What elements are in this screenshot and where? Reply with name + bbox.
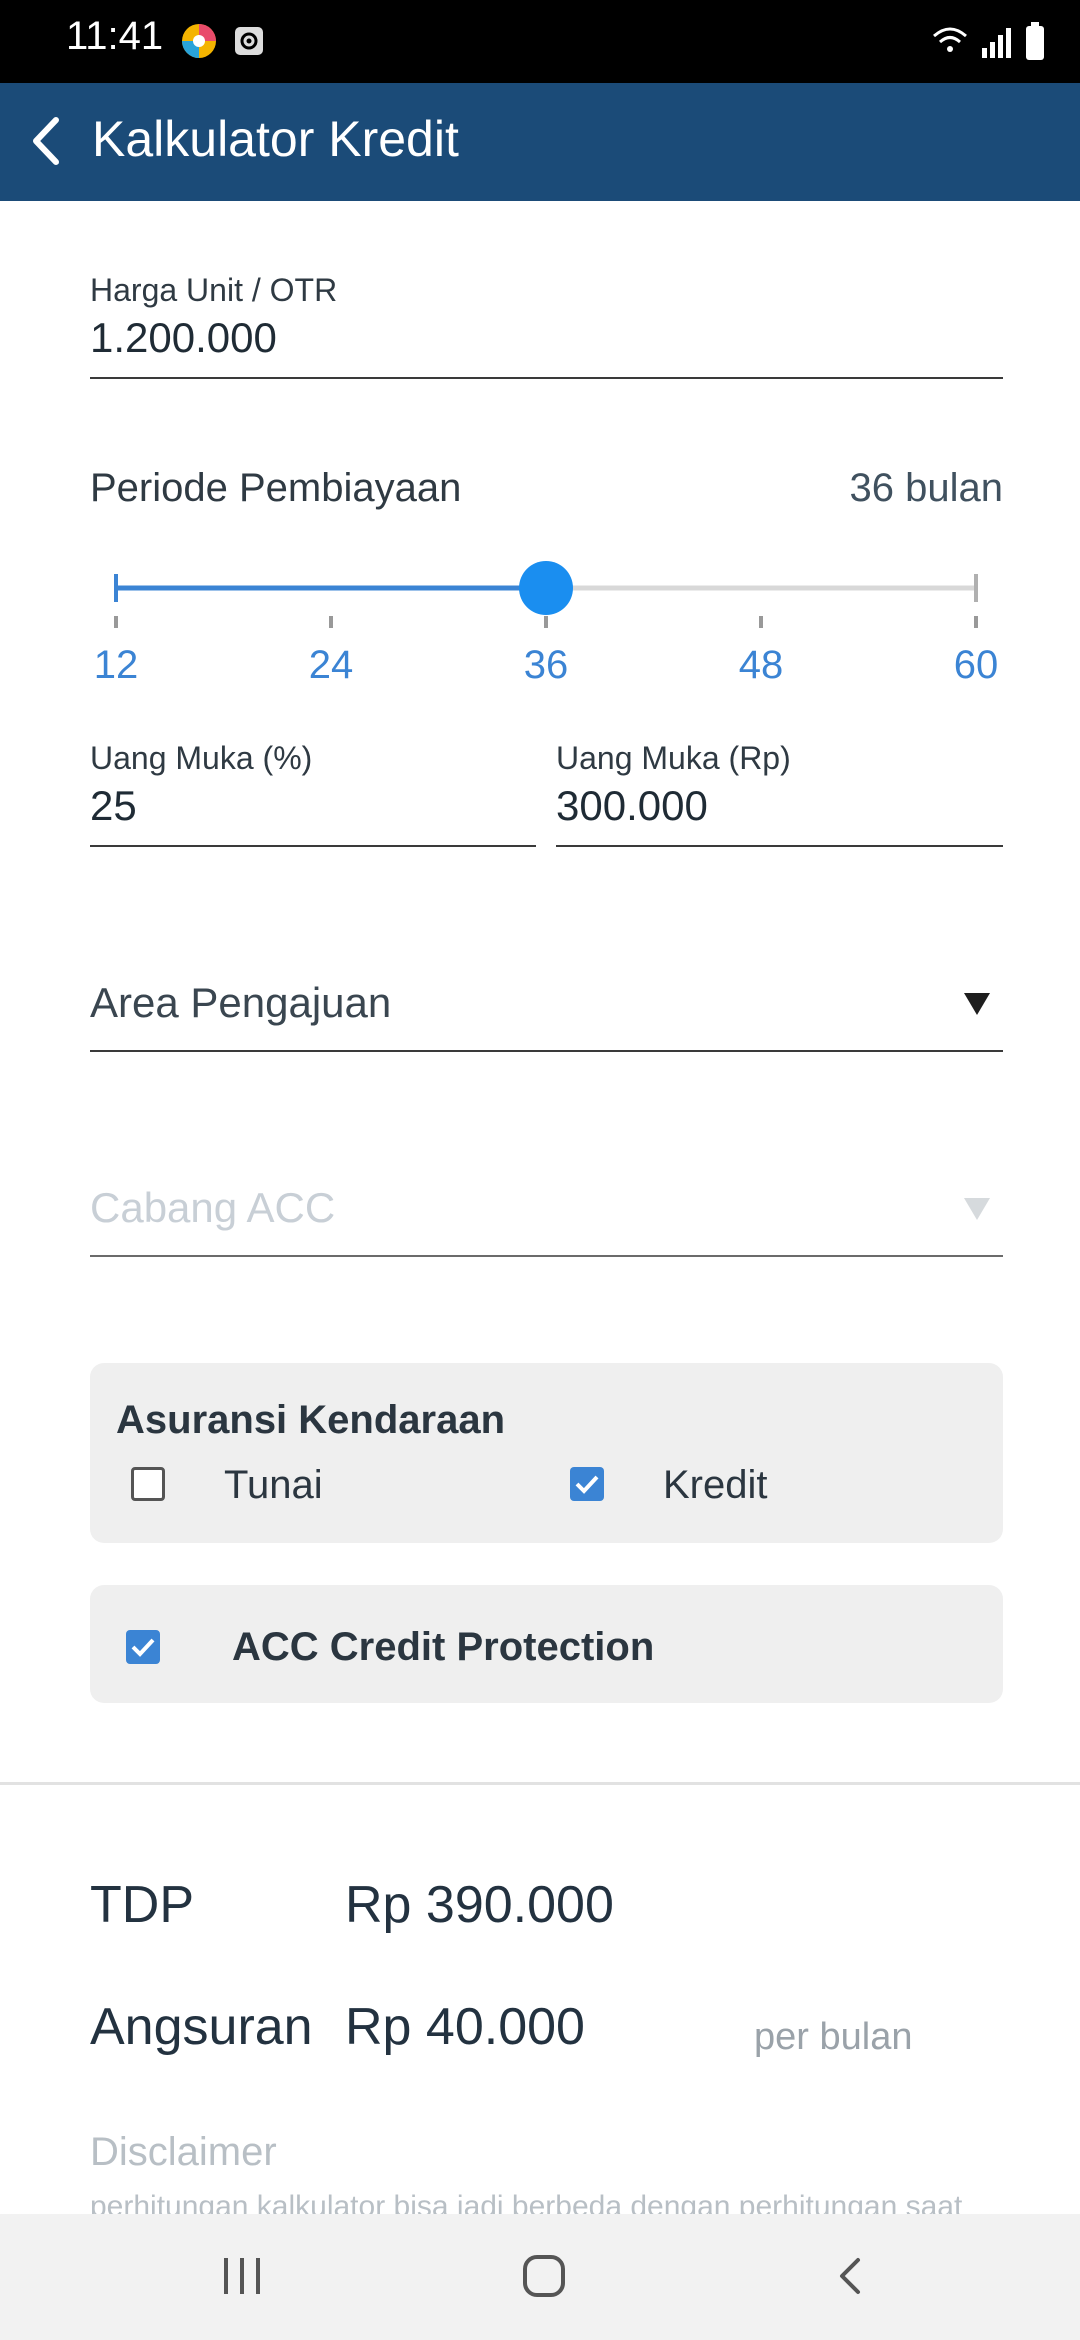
battery-icon bbox=[1026, 22, 1044, 60]
slider-thumb bbox=[519, 561, 573, 615]
disclaimer-text: perhitungan kalkulator bisa jadi berbeda… bbox=[90, 2190, 963, 2214]
dropdown-arrow-icon bbox=[964, 1198, 990, 1220]
dp-percent-underline bbox=[90, 845, 536, 847]
back-arrow-icon[interactable] bbox=[20, 106, 70, 176]
branch-dropdown[interactable]: Cabang ACC bbox=[90, 1180, 1003, 1258]
kredit-label[interactable]: Kredit bbox=[663, 1463, 768, 1508]
tick-label-48: 48 bbox=[738, 643, 784, 687]
check-icon bbox=[575, 1475, 599, 1494]
dp-amount-input[interactable]: 300.000 bbox=[556, 782, 708, 830]
tick-label-36: 36 bbox=[523, 643, 569, 687]
tunai-checkbox[interactable] bbox=[131, 1467, 165, 1501]
status-indicators bbox=[933, 22, 1044, 60]
area-dropdown-text: Area Pengajuan bbox=[90, 979, 392, 1026]
home-icon[interactable] bbox=[522, 2254, 566, 2298]
disclaimer-title: Disclaimer bbox=[90, 2130, 277, 2174]
otr-label: Harga Unit / OTR bbox=[90, 272, 338, 308]
branch-dropdown-text: Cabang ACC bbox=[90, 1184, 336, 1231]
app-colorful-icon bbox=[182, 24, 216, 58]
insurance-panel bbox=[90, 1363, 1003, 1543]
protection-label[interactable]: ACC Credit Protection bbox=[232, 1625, 654, 1670]
installment-label: Angsuran bbox=[90, 1998, 313, 2056]
insurance-title: Asuransi Kendaraan bbox=[116, 1398, 506, 1442]
wifi-icon bbox=[933, 27, 967, 52]
branch-underline bbox=[90, 1255, 1003, 1257]
check-icon bbox=[131, 1638, 155, 1657]
tick-label-24: 24 bbox=[308, 643, 354, 687]
dp-amount-underline bbox=[556, 845, 1003, 847]
period-value: 36 bulan bbox=[849, 466, 1003, 510]
otr-underline bbox=[90, 377, 1003, 379]
period-slider[interactable] bbox=[90, 550, 1010, 630]
divider bbox=[0, 1782, 1080, 1785]
tick-label-12: 12 bbox=[93, 643, 139, 687]
dropdown-arrow-icon bbox=[964, 993, 990, 1015]
area-underline bbox=[90, 1050, 1003, 1052]
back-icon[interactable] bbox=[830, 2254, 874, 2298]
tick-label-60: 60 bbox=[953, 643, 999, 687]
installment-value: Rp 40.000 bbox=[345, 1998, 585, 2056]
signal-icon bbox=[982, 28, 1011, 58]
disclaimer-clip: perhitungan kalkulator bisa jadi berbeda… bbox=[90, 2190, 1020, 2214]
recent-apps-icon[interactable] bbox=[220, 2254, 264, 2298]
kredit-checkbox[interactable] bbox=[570, 1467, 604, 1501]
tdp-label: TDP bbox=[90, 1876, 194, 1934]
screen-record-icon bbox=[235, 27, 263, 55]
dp-percent-input[interactable]: 25 bbox=[90, 782, 137, 830]
area-dropdown[interactable]: Area Pengajuan bbox=[90, 975, 1003, 1053]
protection-checkbox[interactable] bbox=[126, 1630, 160, 1664]
tunai-label[interactable]: Tunai bbox=[224, 1463, 323, 1508]
otr-input[interactable]: 1.200.000 bbox=[90, 314, 277, 362]
period-label: Periode Pembiayaan bbox=[90, 466, 462, 510]
dp-percent-label: Uang Muka (%) bbox=[90, 740, 313, 776]
status-time: 11:41 bbox=[66, 14, 164, 58]
dp-amount-label: Uang Muka (Rp) bbox=[556, 740, 791, 776]
tdp-value: Rp 390.000 bbox=[345, 1876, 614, 1934]
page-title: Kalkulator Kredit bbox=[92, 111, 459, 167]
installment-unit: per bulan bbox=[754, 2016, 913, 2058]
